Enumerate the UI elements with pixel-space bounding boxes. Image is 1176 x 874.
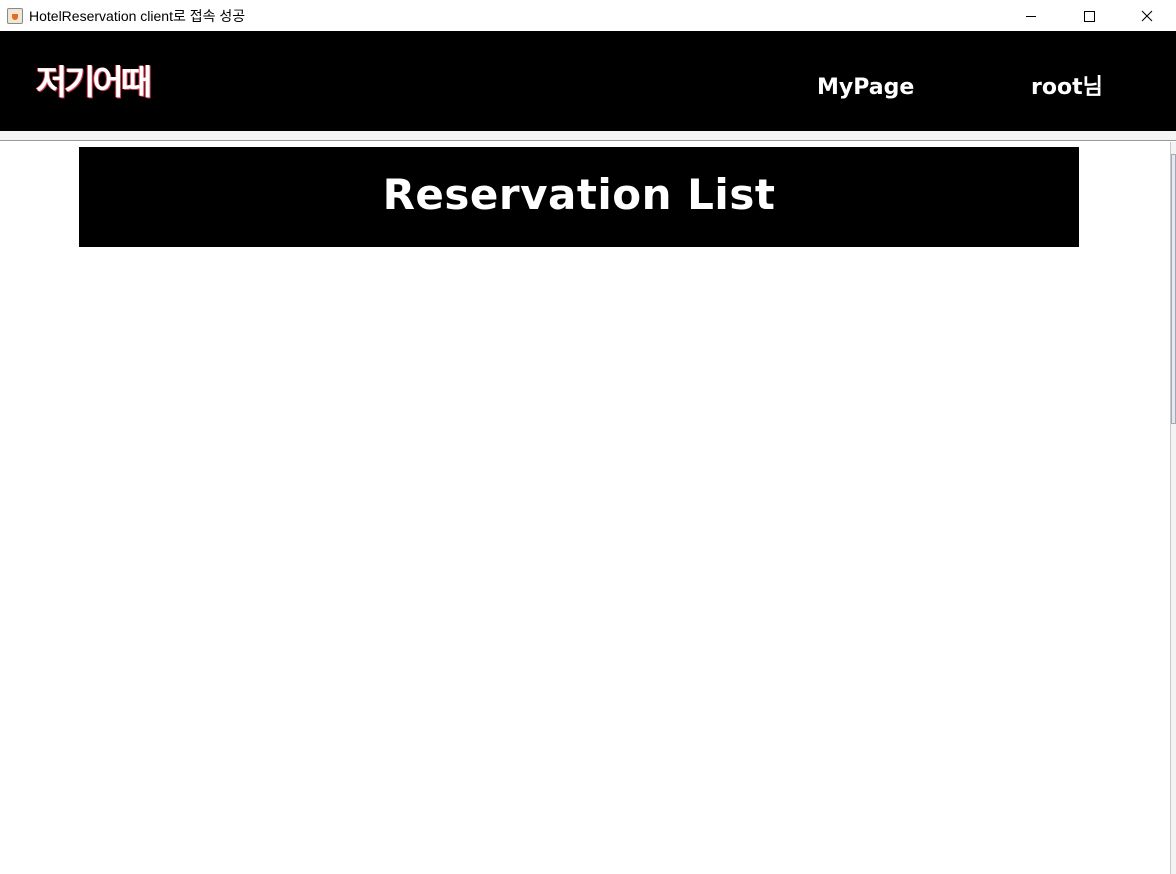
app-logo[interactable]: 저기어때 — [36, 63, 152, 103]
java-cup-icon — [7, 7, 23, 24]
page-title: Reservation List — [382, 170, 776, 219]
reservation-list-banner: Reservation List — [79, 147, 1079, 247]
maximize-button[interactable] — [1060, 0, 1118, 31]
window-title: HotelReservation client로 접속 성공 — [29, 7, 246, 24]
close-icon — [1141, 10, 1153, 21]
reservation-list-panel: Reservation List — [0, 142, 1170, 874]
close-button[interactable] — [1118, 0, 1176, 31]
minimize-button[interactable] — [1002, 0, 1060, 31]
maximize-icon — [1084, 10, 1095, 22]
scrollbar-thumb[interactable] — [1171, 154, 1176, 424]
window-controls — [1002, 0, 1176, 31]
vertical-scrollbar[interactable] — [1170, 142, 1176, 874]
minimize-icon — [1026, 15, 1036, 17]
mypage-link[interactable]: MyPage — [817, 73, 914, 103]
window-title-bar[interactable]: HotelReservation client로 접속 성공 — [0, 0, 1176, 31]
user-greeting-link[interactable]: root님 — [1031, 73, 1103, 103]
header-separator — [0, 131, 1176, 141]
app-header: 저기어때 MyPage root님 — [0, 31, 1176, 131]
